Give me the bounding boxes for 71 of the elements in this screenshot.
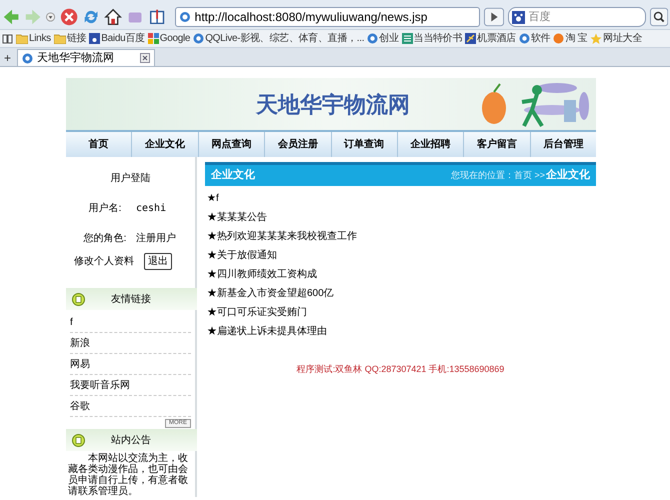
bookmark-link[interactable]: 链接: [54, 31, 86, 46]
bookmark-link[interactable]: Baidu百度: [89, 31, 145, 46]
list-icon: [402, 33, 413, 44]
breadcrumb-current: 企业文化: [546, 168, 590, 184]
folder-icon: [54, 34, 66, 44]
friend-link[interactable]: 谷歌: [70, 398, 90, 414]
logout-button[interactable]: 退出: [144, 253, 172, 270]
notice-text: 本网站以交流为主，收藏各类动漫作品，也可由会员申请自行上传，有意者敬请联系管理员。: [66, 451, 197, 497]
field-label: 用户名:: [88, 202, 122, 216]
section-title: 企业文化: [211, 168, 255, 184]
nav-link[interactable]: 首页: [88, 137, 109, 152]
nav-link[interactable]: 后台管理: [543, 137, 584, 152]
search-icon[interactable]: [650, 6, 668, 26]
field-label: 您的角色:: [82, 232, 128, 246]
article-link[interactable]: ★可口可乐证实受贿门: [207, 305, 307, 320]
nav-link[interactable]: 会员注册: [278, 137, 318, 152]
friend-link[interactable]: 网易: [70, 356, 90, 372]
plane-icon: [465, 33, 476, 44]
article-link[interactable]: ★新基金入市资金望超600亿: [207, 286, 334, 301]
bookmark-link[interactable]: Google: [148, 31, 190, 46]
new-tab-button[interactable]: +: [2, 50, 14, 66]
star-icon: [590, 32, 602, 44]
section-header: 站内公告: [66, 429, 197, 451]
article-link[interactable]: ★关于放假通知: [207, 248, 277, 263]
article-link[interactable]: ★扁递状上诉未提具体理由: [207, 324, 327, 339]
search-field[interactable]: 百度: [508, 6, 646, 26]
page-icon: [22, 52, 34, 64]
colored-squares-icon: [148, 33, 159, 44]
bookmark-link[interactable]: 淘 宝: [553, 31, 588, 46]
friend-link[interactable]: 我要听音乐网: [70, 378, 130, 392]
friend-link[interactable]: f: [70, 314, 73, 330]
breadcrumb: 您现在的位置：首页 >>: [450, 168, 545, 182]
close-icon[interactable]: [140, 53, 150, 63]
bookmark-link[interactable]: 当当特价书: [402, 31, 462, 46]
field-value: ceshi: [136, 202, 166, 216]
nav-link[interactable]: 客户留言: [476, 137, 517, 152]
article-link[interactable]: ★四川教师绩效工资构成: [207, 267, 317, 282]
page-icon: [367, 33, 378, 44]
nav-link[interactable]: 网点查询: [211, 137, 252, 152]
friend-link[interactable]: 新浪: [70, 336, 90, 350]
bookmark-link[interactable]: 网址大全: [590, 31, 642, 46]
article-link[interactable]: ★热列欢迎某某某来我校视查工作: [207, 229, 357, 244]
browser-tab[interactable]: 天地华宇物流网: [17, 49, 156, 66]
bookmark-link[interactable]: 创业: [367, 31, 399, 46]
nav-link[interactable]: 订单查询: [344, 137, 384, 152]
article-link[interactable]: ★f: [207, 191, 219, 206]
page-icon: [518, 33, 530, 44]
folder-icon: [16, 34, 28, 44]
bookmark-link[interactable]: QQLive-影视、综艺、体育、直播，...: [193, 31, 364, 46]
site-title: 天地华宇物流网: [256, 90, 410, 118]
section-header: 友情链接: [66, 288, 197, 310]
go-button-icon[interactable]: [484, 6, 504, 26]
nav-link[interactable]: 企业文化: [145, 137, 186, 152]
bookmark-link[interactable]: 机票酒店: [465, 31, 516, 46]
page-icon: [178, 10, 191, 22]
page-icon: [193, 33, 204, 44]
field-value: 注册用户: [136, 232, 176, 246]
address-field[interactable]: http://localhost:8080/mywuliuwang/news.jsp: [174, 6, 480, 26]
paw-icon: [89, 33, 100, 44]
bookmark-link[interactable]: Links: [16, 31, 51, 46]
home-icon[interactable]: [104, 6, 122, 26]
dropdown-icon[interactable]: [46, 12, 56, 22]
address-text: http://localhost:8080/mywuliuwang/news.jsp: [194, 8, 428, 26]
footer-text: 程序测试:双鱼林 QQ:287307421 手机:13558690869: [296, 364, 504, 374]
bookmark-link[interactable]: 软件: [518, 31, 550, 46]
login-title: 用户登陆: [110, 172, 152, 186]
stop-icon[interactable]: [60, 6, 78, 26]
circle-icon: [553, 33, 564, 44]
edit-profile-link[interactable]: 修改个人资料: [74, 254, 134, 269]
article-link[interactable]: ★某某某公告: [207, 210, 267, 225]
nav-link[interactable]: 企业招聘: [410, 137, 451, 152]
